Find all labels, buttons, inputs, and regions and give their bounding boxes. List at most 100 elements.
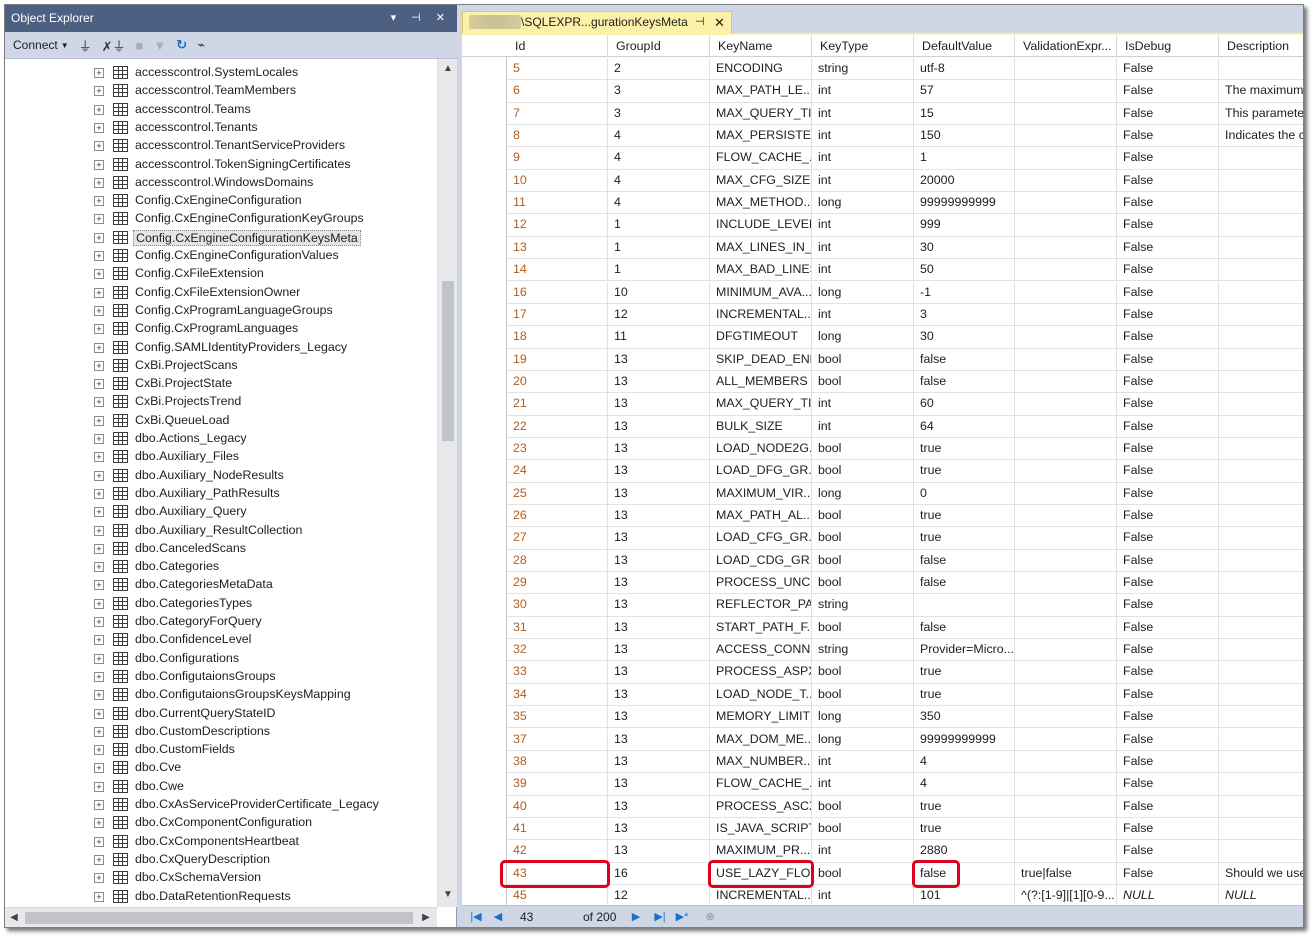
row-id-cell[interactable]: 40 xyxy=(507,795,608,818)
table-cell[interactable]: int xyxy=(812,236,914,260)
table-cell[interactable]: False xyxy=(1117,192,1219,215)
table-cell[interactable]: true xyxy=(914,437,1015,461)
table-cell[interactable]: 20000 xyxy=(914,169,1015,193)
row-id-cell[interactable]: 20 xyxy=(507,370,608,394)
row-id-cell[interactable]: 22 xyxy=(507,415,608,438)
table-row[interactable]: 45 12 INCREMENTAL... int 101 ^(?:[1-9]|[1][0-… xyxy=(462,884,1303,905)
tree-item[interactable]: + dbo.CxComponentsHeartbeat xyxy=(5,833,437,851)
first-record-icon[interactable]: |◀ xyxy=(468,909,484,925)
table-cell[interactable]: 13 xyxy=(608,505,710,528)
table-cell[interactable]: long xyxy=(812,482,914,505)
expand-icon[interactable]: + xyxy=(94,617,104,627)
row-id-cell[interactable]: 34 xyxy=(507,683,608,707)
table-cell[interactable]: true xyxy=(914,683,1015,707)
table-cell[interactable] xyxy=(1015,437,1117,461)
table-cell[interactable]: 13 xyxy=(608,773,710,796)
table-cell[interactable]: int xyxy=(812,169,914,193)
filter-icon[interactable]: ▼ xyxy=(153,38,166,53)
table-cell[interactable] xyxy=(1219,684,1303,707)
row-id-cell[interactable]: 39 xyxy=(507,773,608,796)
table-cell[interactable] xyxy=(1219,259,1303,282)
table-cell[interactable]: 13 xyxy=(608,683,710,707)
table-row[interactable]: 33 13 PROCESS_ASPX bool true False xyxy=(462,661,1303,684)
table-cell[interactable]: int xyxy=(812,393,914,416)
connect-plug-icon[interactable]: ⏚ xyxy=(79,36,92,55)
table-cell[interactable] xyxy=(1219,147,1303,170)
table-cell[interactable]: INCLUDE_LEVEL xyxy=(710,214,812,237)
expand-icon[interactable]: + xyxy=(94,452,104,463)
expand-icon[interactable]: + xyxy=(94,397,104,408)
table-cell[interactable] xyxy=(1219,639,1303,662)
table-row[interactable]: 40 13 PROCESS_ASCX bool true False xyxy=(462,795,1303,818)
table-cell[interactable]: False xyxy=(1117,460,1219,483)
row-id-cell[interactable]: 45 xyxy=(507,884,608,905)
table-cell[interactable] xyxy=(1219,751,1303,774)
document-tab[interactable]: \SQLEXPR...gurationKeysMeta ⊣ ✕ xyxy=(462,11,732,33)
table-cell[interactable]: 4 xyxy=(608,125,710,148)
table-row[interactable]: 22 13 BULK_SIZE int 64 False xyxy=(462,415,1303,438)
expand-icon[interactable]: + xyxy=(94,708,104,719)
tree-item[interactable]: + dbo.Auxiliary_Files xyxy=(5,448,437,466)
tree-item[interactable]: + Config.CxProgramLanguages xyxy=(5,320,437,338)
table-cell[interactable] xyxy=(1015,393,1117,416)
table-cell[interactable] xyxy=(1219,416,1303,438)
connect-button[interactable]: Connect ▼ xyxy=(13,38,69,52)
column-header[interactable]: GroupId xyxy=(608,35,710,57)
table-cell[interactable] xyxy=(1219,326,1303,349)
tree-item[interactable]: + dbo.Auxiliary_PathResults xyxy=(5,485,437,503)
refresh-icon[interactable]: ↻ xyxy=(176,37,187,53)
table-cell[interactable]: 13 xyxy=(608,527,710,550)
table-cell[interactable] xyxy=(1219,505,1303,528)
table-cell[interactable]: False xyxy=(1117,594,1219,617)
table-cell[interactable]: bool xyxy=(812,370,914,394)
table-row[interactable]: 9 4 FLOW_CACHE_... int 1 False xyxy=(462,147,1303,170)
table-cell[interactable]: MINIMUM_AVA... xyxy=(710,281,812,304)
table-cell[interactable]: IS_JAVA_SCRIPT... xyxy=(710,817,812,841)
table-cell[interactable]: 150 xyxy=(914,125,1015,148)
table-cell[interactable] xyxy=(1219,818,1303,841)
table-cell[interactable] xyxy=(1015,683,1117,707)
table-cell[interactable] xyxy=(1015,58,1117,81)
table-cell[interactable]: string xyxy=(812,639,914,662)
expand-icon[interactable]: + xyxy=(94,214,104,225)
table-cell[interactable] xyxy=(1219,527,1303,550)
table-cell[interactable]: false xyxy=(914,572,1015,595)
table-cell[interactable]: 13 xyxy=(608,393,710,416)
table-cell[interactable]: ALL_MEMBERS xyxy=(710,370,812,394)
row-id-cell[interactable]: 21 xyxy=(507,393,608,416)
table-cell[interactable]: False xyxy=(1117,616,1219,640)
table-cell[interactable]: False xyxy=(1117,817,1219,841)
table-cell[interactable] xyxy=(1219,550,1303,573)
table-cell[interactable] xyxy=(1219,192,1303,215)
table-cell[interactable] xyxy=(1219,840,1303,863)
table-row[interactable]: 8 4 MAX_PERSISTE... int 150 False Indicates th… xyxy=(462,125,1303,148)
table-cell[interactable]: MAX_CFG_SIZE xyxy=(710,169,812,193)
table-cell[interactable] xyxy=(1219,349,1303,371)
table-cell[interactable] xyxy=(1015,549,1117,573)
table-cell[interactable] xyxy=(1015,661,1117,684)
tree-item[interactable]: + dbo.CxComponentConfiguration xyxy=(5,814,437,832)
table-row[interactable]: 23 13 LOAD_NODE2G... bool true False xyxy=(462,437,1303,461)
expand-icon[interactable]: + xyxy=(94,360,104,371)
tree-item[interactable]: + Config.CxEngineConfigurationValues xyxy=(5,247,437,265)
tree-item[interactable]: + dbo.CategoryForQuery xyxy=(5,613,437,631)
table-cell[interactable]: LOAD_NODE_T... xyxy=(710,683,812,707)
expand-icon[interactable]: + xyxy=(94,543,104,554)
table-cell[interactable]: int xyxy=(812,303,914,327)
table-cell[interactable]: long xyxy=(812,326,914,349)
table-cell[interactable]: 50 xyxy=(914,259,1015,282)
row-id-cell[interactable]: 9 xyxy=(507,147,608,170)
expand-icon[interactable]: + xyxy=(94,671,104,682)
table-cell[interactable]: False xyxy=(1117,169,1219,193)
row-id-cell[interactable]: 23 xyxy=(507,437,608,461)
table-cell[interactable]: true xyxy=(914,795,1015,818)
table-cell[interactable] xyxy=(914,594,1015,617)
table-cell[interactable] xyxy=(1015,214,1117,237)
tree-item[interactable]: + accesscontrol.SystemLocales xyxy=(5,64,437,82)
scrollbar-thumb[interactable] xyxy=(442,281,454,441)
tree-item[interactable]: + accesscontrol.Teams xyxy=(5,101,437,119)
row-id-cell[interactable]: 11 xyxy=(507,192,608,215)
table-row[interactable]: 16 10 MINIMUM_AVA... long -1 False xyxy=(462,281,1303,304)
table-cell[interactable]: False xyxy=(1117,773,1219,796)
table-cell[interactable]: NULL xyxy=(1117,884,1219,905)
